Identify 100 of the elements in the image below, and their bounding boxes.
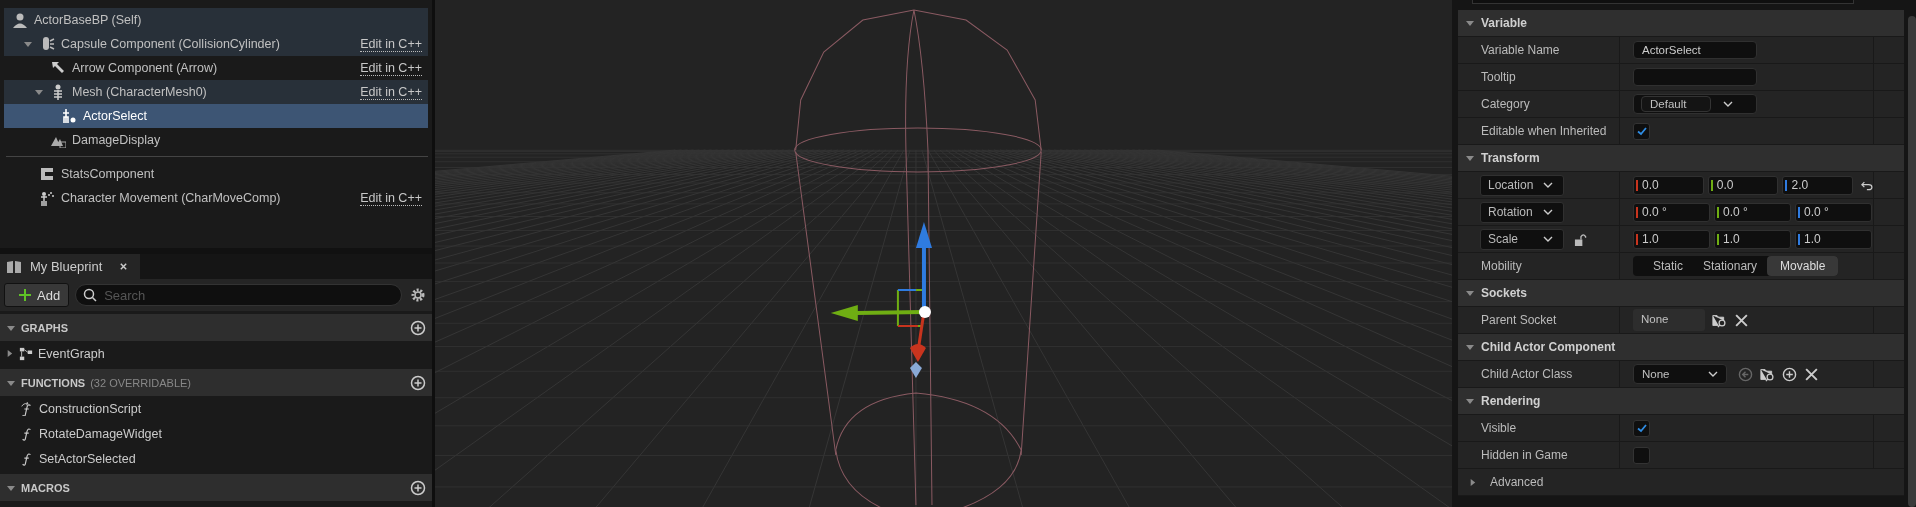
blueprint-item[interactable]: ConstructionScript [0,396,432,421]
number-field[interactable]: 1.0 [1795,229,1872,249]
text-field[interactable]: ActorSelect [1633,41,1757,59]
caret-icon[interactable] [34,87,44,97]
number-field[interactable]: 1.0 [1714,229,1791,249]
clear-icon[interactable] [1804,366,1819,382]
add-circle-icon[interactable] [410,319,426,336]
property-label: Editable when Inherited [1481,124,1607,138]
chevron-down-icon [1543,236,1553,242]
caret-icon[interactable] [1465,153,1475,163]
section-note: (32 OVERRIDABLE) [90,376,192,389]
component-label: Mesh (CharacterMesh0) [72,85,208,99]
add-circle-icon[interactable] [410,374,426,391]
number-field[interactable]: 0.0 [1707,175,1779,195]
caret-icon[interactable] [23,39,33,49]
caret-icon[interactable] [1468,477,1477,487]
number-field[interactable]: 0.0 ° [1714,202,1791,222]
function-icon [20,426,34,441]
category-dropdown[interactable]: Default [1633,94,1757,114]
number-field[interactable]: 2.0 [1782,175,1854,195]
checkbox[interactable] [1633,122,1650,140]
number-field[interactable]: 1.0 [1633,229,1710,249]
chevron-down-icon [1543,182,1553,188]
component-label: ActorSelect [83,109,148,123]
category-header[interactable]: Transform [1458,145,1904,172]
edit-in-cpp-link[interactable]: Edit in C++ [360,190,422,206]
property-label: Advanced [1490,475,1544,489]
socket-field[interactable]: None [1633,309,1705,331]
component-row[interactable]: StatsComponent [4,162,428,186]
checkmark-icon [1635,422,1648,434]
add-button[interactable]: Add [4,283,70,307]
component-row[interactable]: ActorBaseBP (Self) [4,8,428,32]
component-row[interactable]: Character Movement (CharMoveComp) Edit in C++ [4,186,428,210]
my-blueprint-tab[interactable]: My Blueprint [0,254,140,279]
number-field[interactable]: 0.0 [1633,175,1704,195]
blueprint-item[interactable]: EventGraph [0,341,432,366]
category-title: Rendering [1481,394,1541,408]
back-arrow-circle-icon[interactable] [1738,366,1753,382]
category-title: Variable [1481,16,1528,30]
section-header[interactable]: GRAPHS [0,314,432,341]
transform-mode-dropdown[interactable]: Scale [1480,228,1564,250]
component-row[interactable]: Mesh (CharacterMesh0) Edit in C++ [4,80,428,104]
component-label: ActorBaseBP (Self) [34,13,143,27]
property-label: Mobility [1481,259,1522,273]
category-header[interactable]: Variable [1458,10,1904,37]
component-row[interactable]: Arrow Component (Arrow) Edit in C++ [4,56,428,80]
category-header[interactable]: Sockets [1458,280,1904,307]
component-icon [39,166,55,182]
component-row[interactable]: DamageDisplay [4,128,428,152]
add-circle-icon[interactable] [1782,366,1797,382]
add-circle-icon[interactable] [410,479,426,496]
mobility-option[interactable]: Stationary [1693,256,1768,276]
number-field[interactable]: 0.0 ° [1795,202,1872,222]
section-header[interactable]: FUNCTIONS (32 OVERRIDABLE) [0,369,432,396]
chevron-down-icon [1543,209,1553,215]
search-field[interactable]: Search [75,284,402,306]
text-field[interactable] [1633,68,1757,86]
number-field[interactable]: 0.0 ° [1633,202,1710,222]
section-header[interactable]: MACROS [0,474,432,501]
edit-in-cpp-link[interactable]: Edit in C++ [360,84,422,100]
folder-search-icon[interactable] [1760,366,1775,382]
folder-search-icon[interactable] [1712,312,1727,328]
lock-icon[interactable] [1574,232,1587,246]
component-label: StatsComponent [61,167,156,181]
mobility-option[interactable]: Static [1633,256,1693,276]
category-header[interactable]: Rendering [1458,388,1904,415]
reset-arrow-icon[interactable] [1861,179,1873,191]
component-row[interactable]: ActorSelect [4,104,428,128]
category-header[interactable]: Child Actor Component [1458,334,1904,361]
checkmark-icon [1635,125,1648,137]
search-icon [83,288,98,302]
close-icon[interactable] [119,262,128,271]
transform-mode-dropdown[interactable]: Location [1480,174,1564,196]
checkbox[interactable] [1633,419,1650,437]
class-dropdown[interactable]: None [1633,364,1727,384]
transform-mode-dropdown[interactable]: Rotation [1480,201,1564,223]
component-label: Capsule Component (CollisionCylinder) [61,37,281,51]
function-icon [20,451,34,466]
edit-in-cpp-link[interactable]: Edit in C++ [360,60,422,76]
person-icon [12,12,28,28]
component-label: Character Movement (CharMoveComp) [61,191,282,205]
checkbox[interactable] [1633,446,1650,464]
component-row[interactable]: Capsule Component (CollisionCylinder) Edit in C++ [4,32,428,56]
mobility-option[interactable]: Movable [1767,256,1839,276]
book-icon [6,259,22,274]
caret-icon[interactable] [1465,18,1475,28]
caret-icon[interactable] [1465,396,1475,406]
property-label: Variable Name [1481,43,1560,57]
running-figure-icon [39,190,55,206]
blueprint-item[interactable]: RotateDamageWidget [0,421,432,446]
caret-icon[interactable] [5,349,14,358]
scrollbar-thumb[interactable] [1908,16,1916,507]
clear-icon[interactable] [1734,312,1749,328]
caret-icon[interactable] [1465,288,1475,298]
caret-icon[interactable] [1465,342,1475,352]
settings-icon[interactable] [410,287,426,303]
category-title: Sockets [1481,286,1528,300]
blueprint-item[interactable]: SetActorSelected [0,446,432,471]
edit-in-cpp-link[interactable]: Edit in C++ [360,36,422,52]
section-title: GRAPHS [21,321,69,334]
